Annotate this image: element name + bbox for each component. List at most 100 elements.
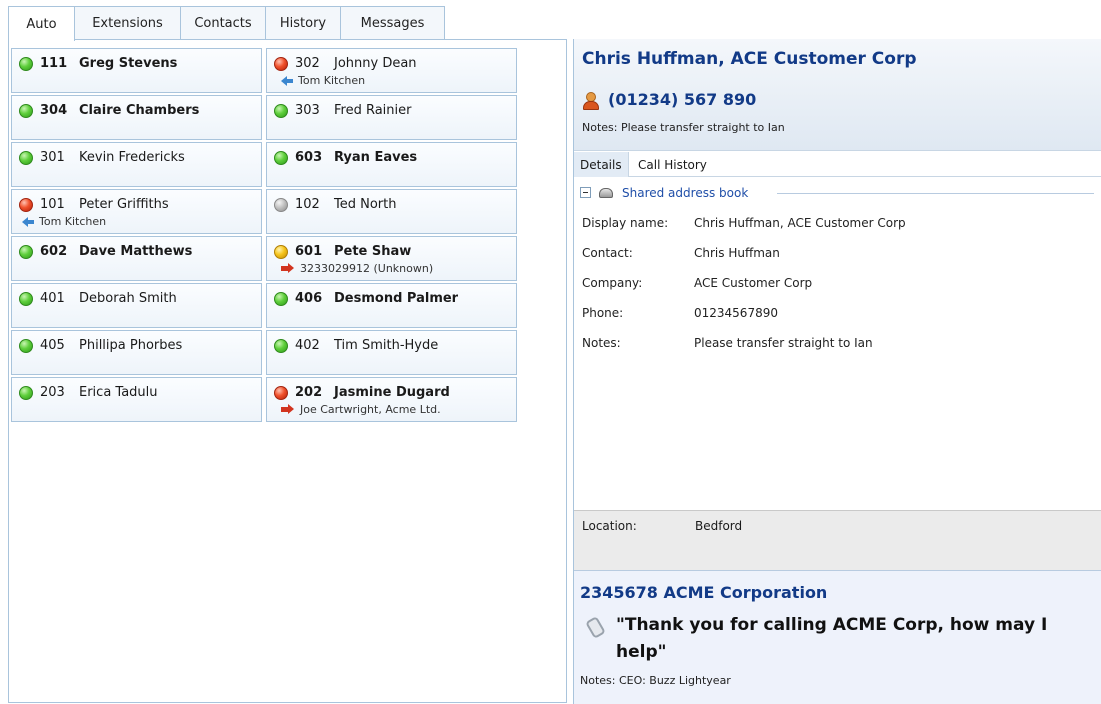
tab-details[interactable]: Details [574,152,629,177]
detail-key: Contact: [582,246,633,260]
extension-number: 603 [295,150,323,165]
extension-number: 102 [295,197,320,212]
extension-number: 303 [295,103,320,118]
call-party-text: Tom Kitchen [39,215,107,228]
extension-name: Peter Griffiths [79,197,169,212]
call-party: 3233029912 (Unknown) [281,262,433,275]
status-red-icon [274,57,288,71]
extension-tile[interactable]: 402 Tim Smith-Hyde [266,330,517,375]
outgoing-call-arrow-icon [281,263,294,274]
greeting-script: "Thank you for calling ACME Corp, how ma… [586,612,1076,666]
called-number-title: 2345678 ACME Corporation [580,583,828,602]
contact-title: Chris Huffman, ACE Customer Corp [582,49,917,69]
detail-value: Please transfer straight to Ian [694,336,873,350]
group-label[interactable]: Shared address book [622,186,748,200]
tab-auto[interactable]: Auto [8,6,75,41]
status-green-icon [19,245,33,259]
extension-name: Jasmine Dugard [334,385,450,400]
status-green-icon [19,151,33,165]
extension-number: 202 [295,385,323,400]
tab-messages[interactable]: Messages [340,6,445,40]
tab-history[interactable]: History [265,6,341,40]
group-divider [777,193,1094,194]
extension-name: Pete Shaw [334,244,412,259]
extension-number: 401 [40,291,65,306]
extension-name: Desmond Palmer [334,291,459,306]
extension-tile[interactable]: 303 Fred Rainier [266,95,517,140]
handset-icon [586,618,602,634]
contact-pane: Chris Huffman, ACE Customer Corp (01234)… [573,39,1101,704]
detail-key: Notes: [582,336,621,350]
status-green-icon [19,57,33,71]
extension-tile[interactable]: 101 Peter Griffiths Tom Kitchen [11,189,262,234]
extensions-pane: 111 Greg Stevens 302 Johnny Dean Tom Kitchen… [8,39,567,703]
status-grey-icon [274,198,288,212]
detail-value: Chris Huffman, ACE Customer Corp [694,216,906,230]
contact-phone[interactable]: (01234) 567 890 [582,90,756,110]
extension-name: Erica Tadulu [79,385,158,400]
called-notes: Notes: CEO: Buzz Lightyear [580,674,731,687]
extension-name: Ted North [334,197,397,212]
main-tabs: Auto Extensions Contacts History Messages [8,6,445,41]
contact-notes: Notes: Please transfer straight to Ian [582,121,785,134]
status-yellow-icon [274,245,288,259]
extension-tile[interactable]: 601 Pete Shaw 3233029912 (Unknown) [266,236,517,281]
extension-tile[interactable]: 304 Claire Chambers [11,95,262,140]
extension-number: 301 [40,150,65,165]
extension-name: Phillipa Phorbes [79,338,183,353]
called-number-panel: 2345678 ACME Corporation "Thank you for … [574,570,1101,704]
extensions-grid: 111 Greg Stevens 302 Johnny Dean Tom Kitchen… [11,48,517,422]
collapse-icon[interactable] [580,187,591,198]
detail-value: Chris Huffman [694,246,780,260]
extension-name: Dave Matthews [79,244,193,259]
extension-tile[interactable]: 603 Ryan Eaves [266,142,517,187]
extension-tile[interactable]: 406 Desmond Palmer [266,283,517,328]
extension-tile[interactable]: 111 Greg Stevens [11,48,262,93]
extension-tile[interactable]: 203 Erica Tadulu [11,377,262,422]
status-green-icon [274,104,288,118]
extension-tile[interactable]: 302 Johnny Dean Tom Kitchen [266,48,517,93]
call-party-text: 3233029912 (Unknown) [300,262,434,275]
contact-header: Chris Huffman, ACE Customer Corp (01234)… [574,39,1101,151]
extension-tile[interactable]: 301 Kevin Fredericks [11,142,262,187]
contact-phone-number[interactable]: (01234) 567 890 [608,90,756,109]
status-red-icon [19,198,33,212]
extension-name: Deborah Smith [79,291,177,306]
extension-name: Johnny Dean [334,56,417,71]
detail-value: ACE Customer Corp [694,276,813,290]
extension-number: 304 [40,103,68,118]
outgoing-call-arrow-icon [281,404,294,415]
detail-key: Display name: [582,216,669,230]
tab-extensions[interactable]: Extensions [74,6,181,40]
extension-name: Greg Stevens [79,56,178,71]
status-green-icon [274,151,288,165]
tab-contacts[interactable]: Contacts [180,6,266,40]
call-party: Joe Cartwright, Acme Ltd. [281,403,441,416]
call-party-text: Joe Cartwright, Acme Ltd. [300,403,441,416]
status-green-icon [274,339,288,353]
incoming-call-arrow-icon [22,216,34,227]
extension-name: Kevin Fredericks [79,150,185,165]
extension-tile[interactable]: 405 Phillipa Phorbes [11,330,262,375]
status-green-icon [19,386,33,400]
extension-number: 601 [295,244,323,259]
address-book-group: Shared address book [580,186,1094,200]
extension-number: 602 [40,244,68,259]
contact-subtabs: Details Call History [574,152,1101,177]
location-value: Bedford [695,519,743,533]
call-party: Tom Kitchen [22,215,106,228]
status-green-icon [19,292,33,306]
status-green-icon [274,292,288,306]
extension-number: 405 [40,338,65,353]
location-label: Location: [582,519,637,533]
extension-tile[interactable]: 401 Deborah Smith [11,283,262,328]
extension-number: 402 [295,338,320,353]
extension-tile[interactable]: 602 Dave Matthews [11,236,262,281]
extension-tile[interactable]: 202 Jasmine Dugard Joe Cartwright, Acme Lt… [266,377,517,422]
status-green-icon [19,339,33,353]
extension-number: 302 [295,56,320,71]
extension-number: 203 [40,385,65,400]
tab-call-history[interactable]: Call History [632,152,713,177]
extension-tile[interactable]: 102 Ted North [266,189,517,234]
detail-value: 01234567890 [694,306,778,320]
